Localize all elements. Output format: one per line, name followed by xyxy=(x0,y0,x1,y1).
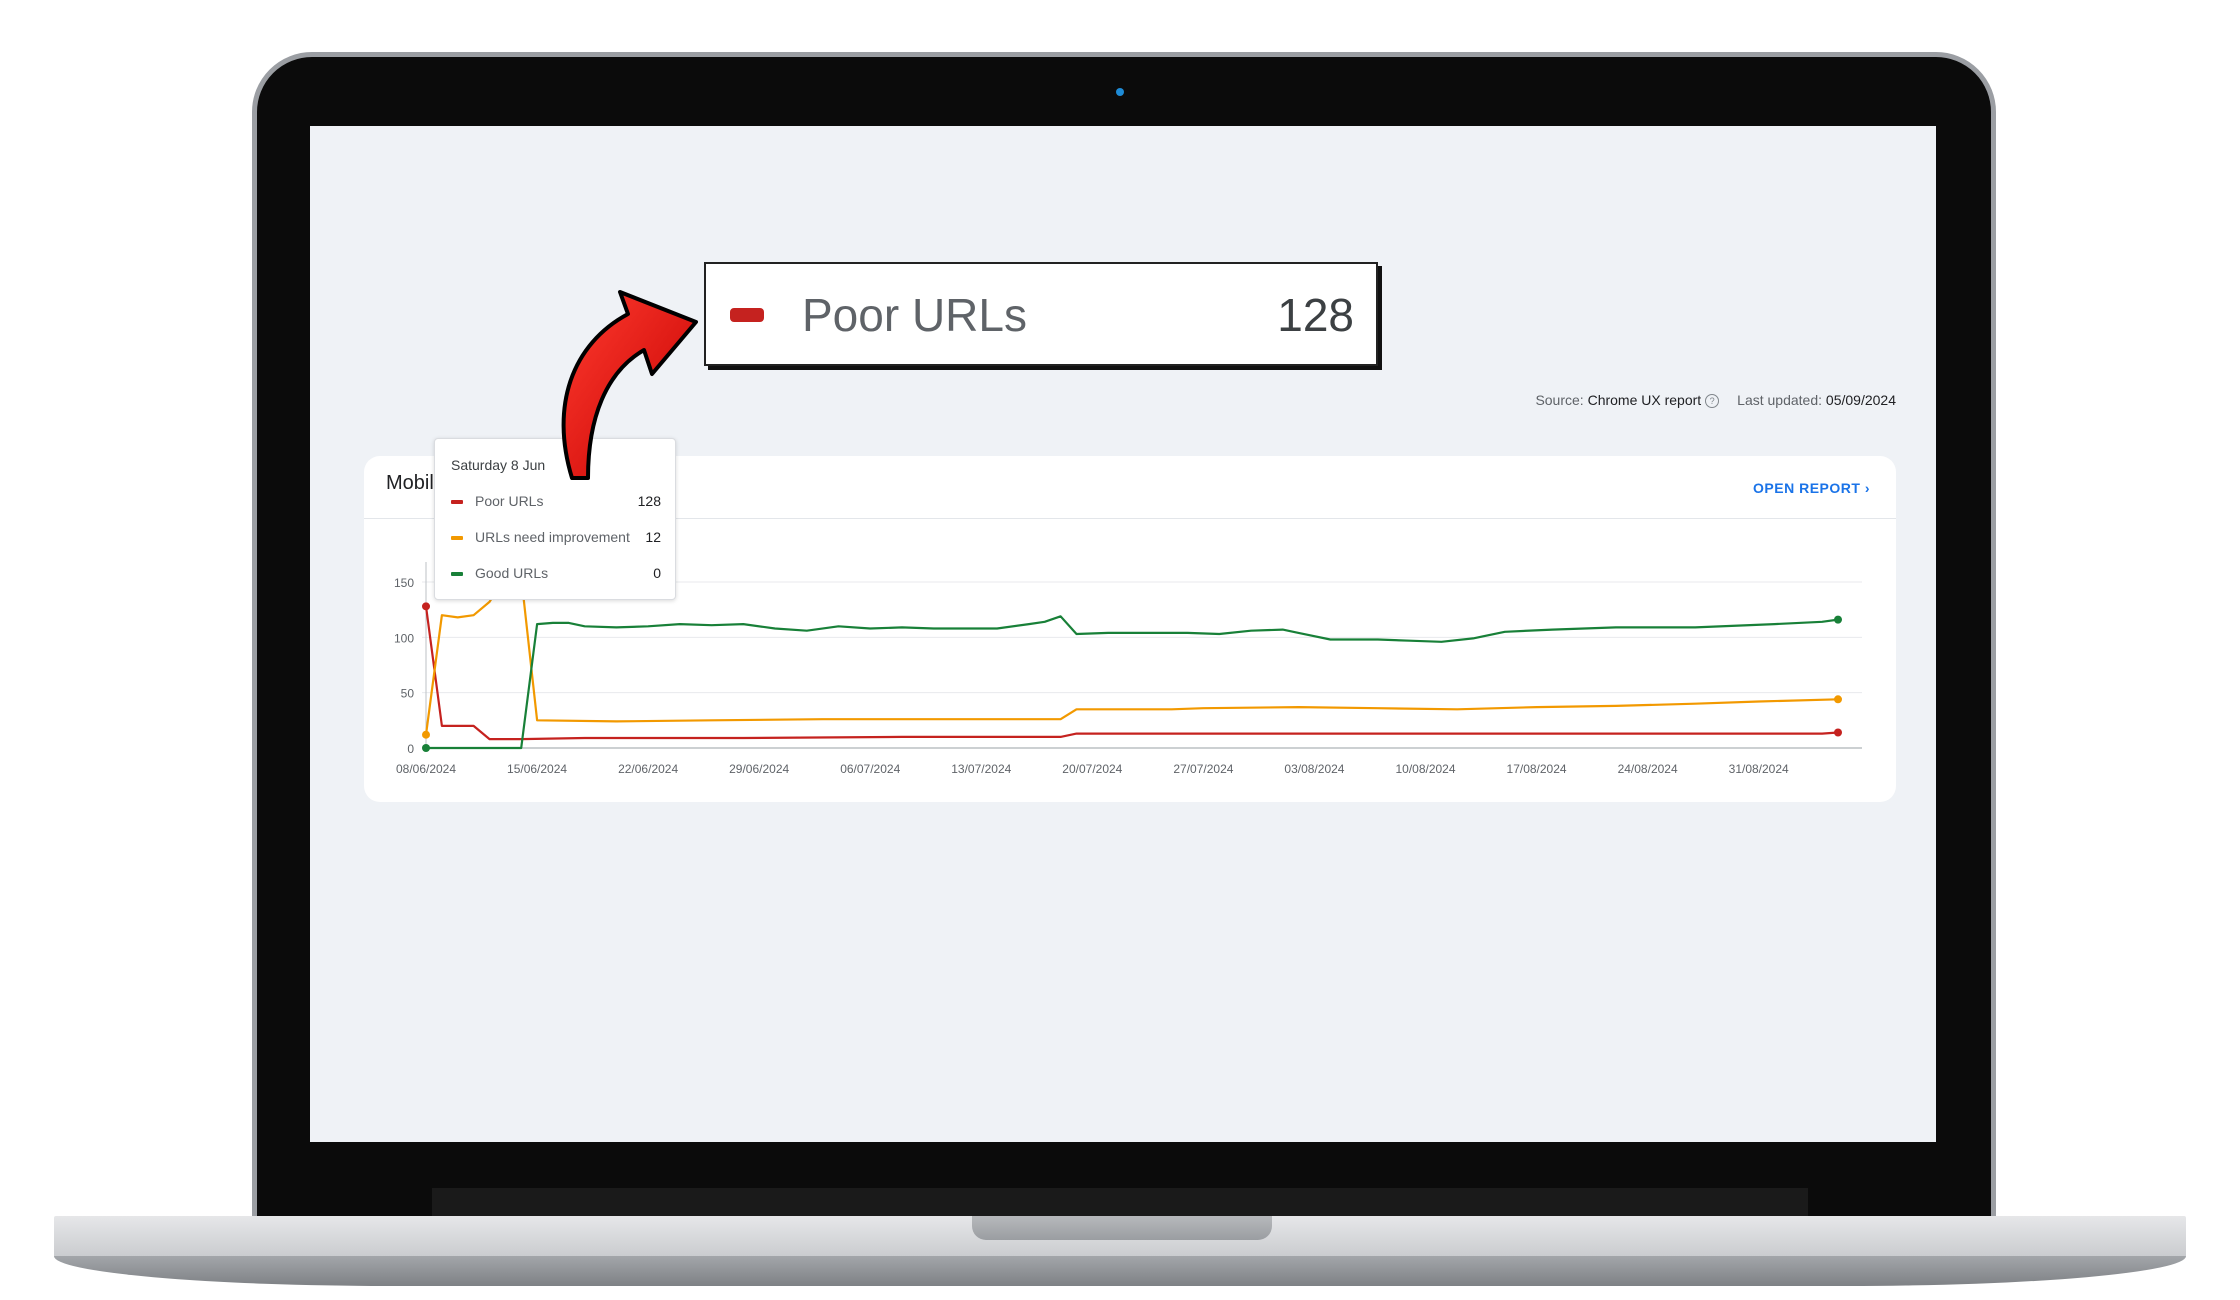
laptop-base-shadow xyxy=(54,1256,2186,1286)
screen: Source: Chrome UX report? Last updated: 0… xyxy=(310,126,1936,1142)
red-arrow-icon xyxy=(561,290,698,480)
camera-icon xyxy=(1116,88,1124,96)
laptop-hinge xyxy=(432,1188,1808,1218)
laptop-notch xyxy=(972,1216,1272,1240)
